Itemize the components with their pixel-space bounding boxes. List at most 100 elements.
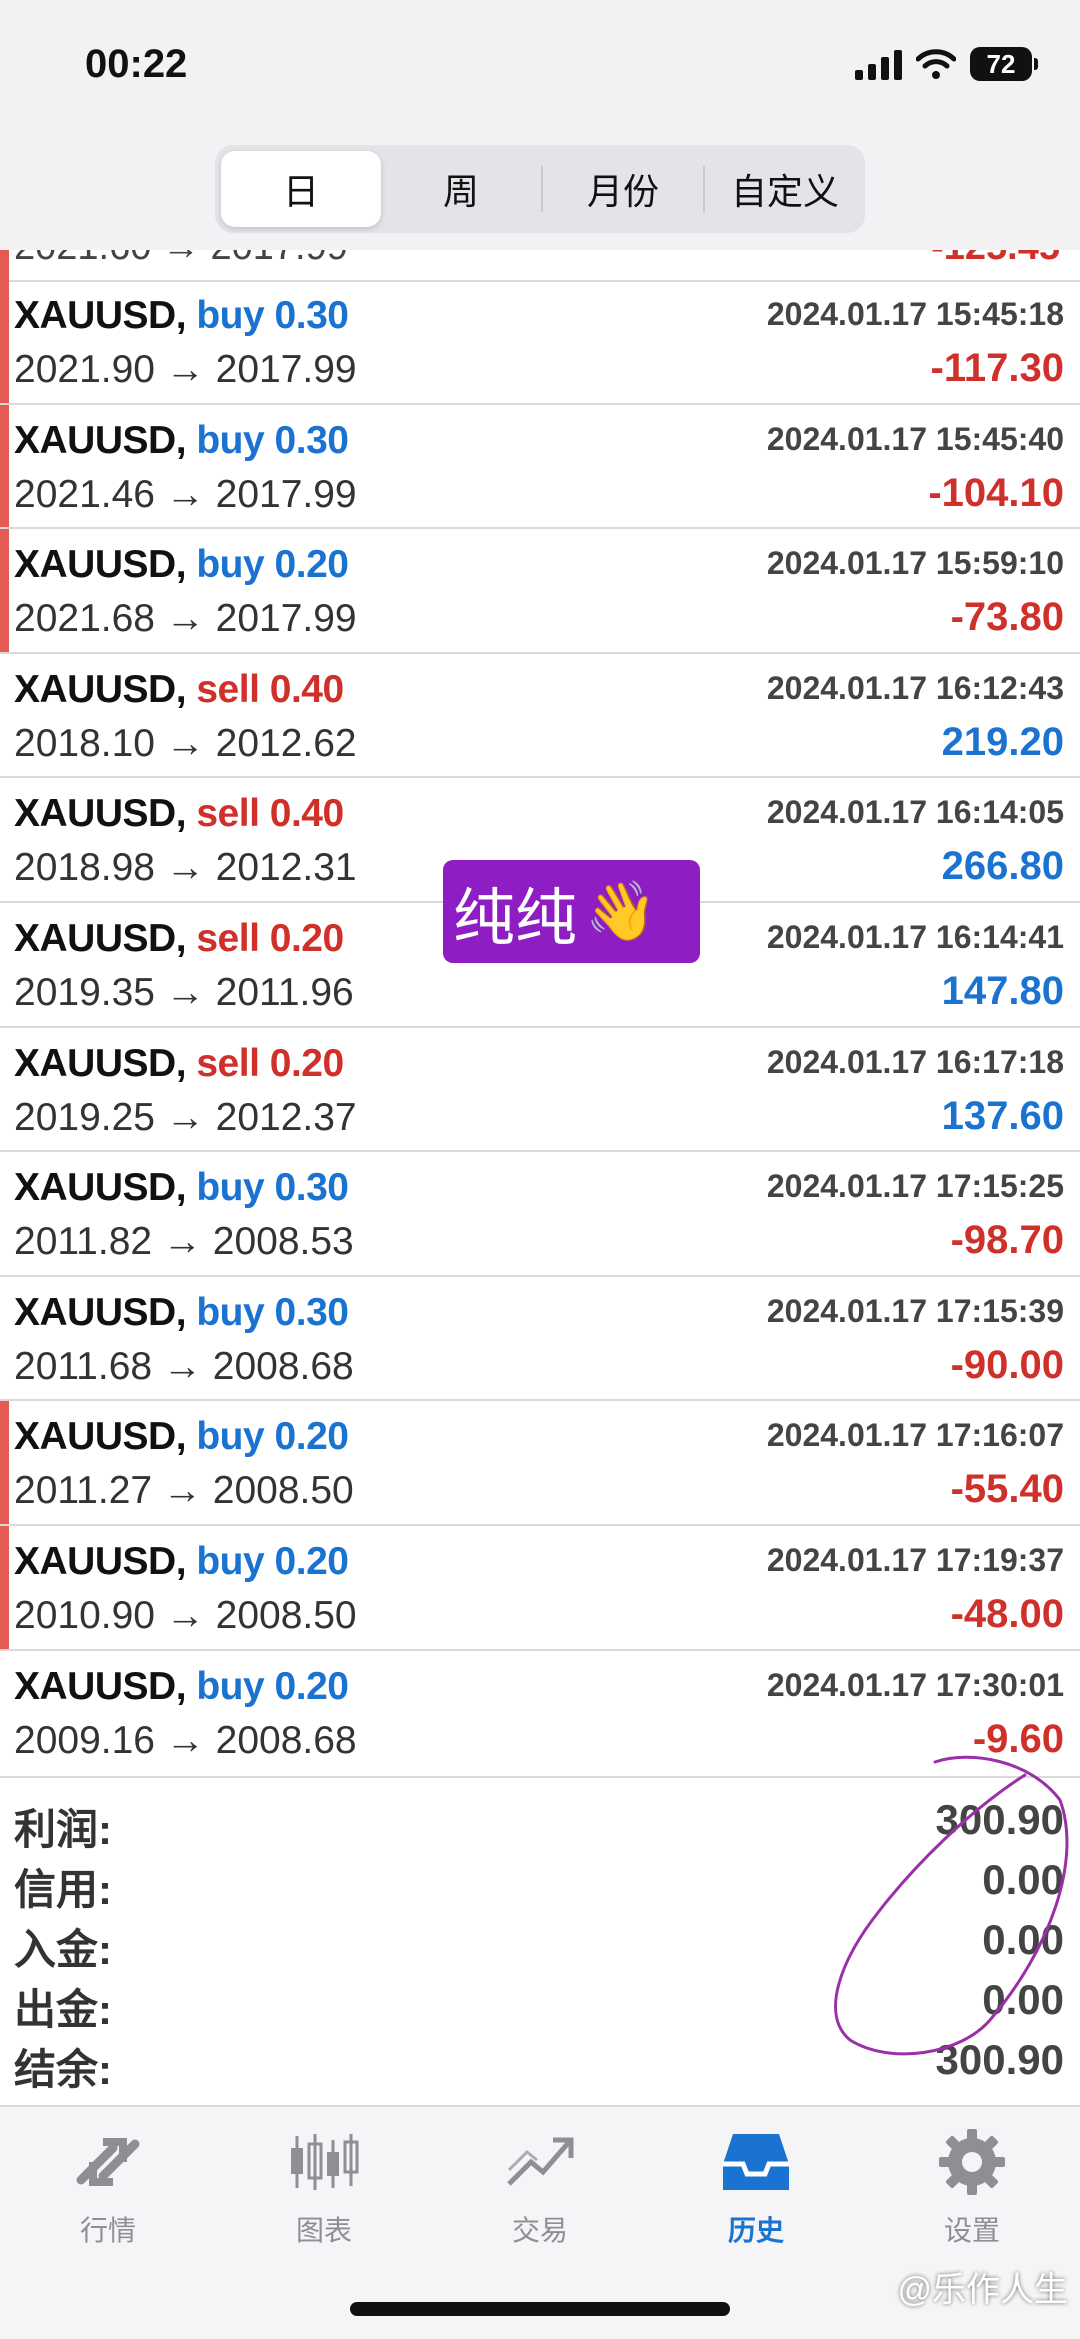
tab-quotes[interactable]: 行情 bbox=[28, 2127, 188, 2249]
trade-symbol: XAUUSD, buy 0.20 bbox=[14, 543, 349, 587]
period-segmented-control: 日 周 月份 自定义 bbox=[215, 145, 865, 233]
trade-volume-gap bbox=[264, 1166, 274, 1209]
symbol-name: XAUUSD bbox=[14, 1664, 176, 1708]
home-indicator bbox=[350, 2302, 730, 2316]
segment-label: 月份 bbox=[586, 171, 659, 212]
trade-row[interactable]: XAUUSD, buy 0.30 2011.82 → 2008.53 2024.01… bbox=[0, 1152, 1080, 1277]
trade-row[interactable]: XAUUSD, buy 0.20 2009.16 → 2008.68 2024.01… bbox=[0, 1651, 1080, 1778]
tab-label: 行情 bbox=[79, 2215, 136, 2246]
trade-symbol: XAUUSD, buy 0.30 bbox=[14, 418, 349, 463]
trade-row[interactable]: XAUUSD, buy 0.20 2011.27 → 2008.50 2024.01… bbox=[0, 1401, 1080, 1526]
waving-hand-icon: 👋 bbox=[585, 877, 658, 945]
segment-week[interactable]: 周 bbox=[381, 151, 541, 227]
summary-row: 入金: 0.00 bbox=[0, 1910, 1080, 1973]
segment-day[interactable]: 日 bbox=[221, 151, 381, 227]
trade-row[interactable]: XAUUSD, buy 0.30 2011.68 → 2008.68 2024.01… bbox=[0, 1277, 1080, 1402]
trade-price: 2018.98 → 2012.31 bbox=[14, 846, 357, 890]
trade-row[interactable]: XAUUSD, buy 0.20 2021.68 → 2017.99 2024.01… bbox=[0, 529, 1080, 654]
trade-row[interactable]: XAUUSD, buy 0.20 2010.90 → 2008.50 2024.01… bbox=[0, 1525, 1080, 1651]
trade-time: 2024.01.17 16:12:43 bbox=[766, 669, 1064, 706]
trade-time: 2024.01.17 15:59:10 bbox=[766, 545, 1064, 582]
account-summary: 利润: 300.90 信用: 0.00 入金: 0.00 出金: 0.00 结余: 300.90 bbox=[0, 1780, 1080, 2105]
trade-row[interactable]: XAUUSD, sell 0.40 2018.10 → 2012.62 2024.0… bbox=[0, 654, 1080, 779]
trade-symbol: XAUUSD, sell 0.20 bbox=[14, 1042, 344, 1086]
tab-history[interactable]: 历史 bbox=[676, 2127, 836, 2249]
tab-trade[interactable]: 交易 bbox=[460, 2127, 620, 2249]
trade-profit: 137.60 bbox=[941, 1093, 1064, 1138]
trade-volume: 0.30 bbox=[274, 1290, 349, 1334]
trade-profit: -104.10 bbox=[928, 470, 1064, 515]
trade-history-list: XAUUSD, buy 0.30 2021.90 → 2017.99 2024.01… bbox=[0, 280, 1080, 1778]
trade-row[interactable]: XAUUSD, buy 0.30 2021.90 → 2017.99 2024.01… bbox=[0, 280, 1080, 405]
trade-volume: 0.20 bbox=[269, 916, 344, 960]
trade-profit: -98.70 bbox=[950, 1218, 1064, 1263]
trade-profit: 266.80 bbox=[941, 844, 1064, 889]
loss-marker bbox=[0, 250, 9, 280]
symbol-name: XAUUSD bbox=[14, 1290, 176, 1334]
trade-row-partial[interactable]: 2021.60 → 2017.99 -125.45 bbox=[0, 250, 1080, 282]
trade-direction: sell bbox=[196, 792, 260, 836]
symbol-separator: , bbox=[175, 543, 197, 587]
trade-volume-gap bbox=[264, 1665, 274, 1708]
segment-label: 日 bbox=[282, 171, 319, 212]
trade-profit: 147.80 bbox=[941, 968, 1064, 1013]
symbol-separator: , bbox=[175, 1415, 197, 1459]
trade-volume: 0.20 bbox=[274, 1539, 349, 1583]
symbol-separator: , bbox=[175, 418, 197, 462]
trade-time: 2024.01.17 17:30:01 bbox=[766, 1666, 1064, 1703]
summary-label: 结余: bbox=[14, 2046, 112, 2093]
tab-chart[interactable]: 图表 bbox=[244, 2127, 404, 2249]
trade-volume-gap bbox=[264, 1415, 274, 1458]
symbol-name: XAUUSD bbox=[14, 792, 176, 836]
trade-time: 2024.01.17 16:14:05 bbox=[766, 794, 1064, 831]
summary-label: 出金: bbox=[14, 1986, 112, 2033]
trade-volume-gap bbox=[259, 917, 269, 960]
trade-direction: buy bbox=[196, 294, 265, 337]
trade-price: 2021.90 → 2017.99 bbox=[14, 348, 357, 391]
trade-direction: buy bbox=[196, 1664, 265, 1708]
trade-volume-gap bbox=[259, 792, 269, 835]
trade-price: 2011.82 → 2008.53 bbox=[14, 1220, 354, 1264]
symbol-name: XAUUSD bbox=[14, 543, 176, 587]
trade-price: 2019.25 → 2012.37 bbox=[14, 1095, 357, 1139]
tab-label: 交易 bbox=[511, 2215, 568, 2246]
symbol-name: XAUUSD bbox=[14, 916, 176, 960]
summary-row: 利润: 300.90 bbox=[0, 1790, 1080, 1853]
trade-volume: 0.20 bbox=[274, 1664, 349, 1708]
summary-label: 入金: bbox=[14, 1926, 112, 1973]
segment-month[interactable]: 月份 bbox=[543, 151, 703, 227]
loss-marker bbox=[0, 529, 9, 652]
symbol-separator: , bbox=[175, 916, 197, 960]
trade-profit: -73.80 bbox=[950, 595, 1064, 640]
history-icon bbox=[716, 2127, 796, 2197]
tab-settings[interactable]: 设置 bbox=[892, 2127, 1052, 2249]
sticker-overlay: 纯纯 👋 bbox=[443, 860, 700, 963]
segment-label: 自定义 bbox=[730, 171, 839, 212]
tab-label: 图表 bbox=[295, 2215, 352, 2246]
trade-direction: buy bbox=[196, 1290, 265, 1334]
trade-volume-gap bbox=[264, 543, 274, 586]
segment-label: 周 bbox=[442, 171, 479, 212]
trade-direction: buy bbox=[196, 1166, 265, 1210]
segment-custom[interactable]: 自定义 bbox=[705, 151, 865, 227]
trade-row[interactable]: XAUUSD, buy 0.30 2021.46 → 2017.99 2024.01… bbox=[0, 404, 1080, 530]
trade-volume-gap bbox=[264, 1291, 274, 1334]
symbol-separator: , bbox=[175, 1166, 197, 1210]
trade-price: 2021.46 → 2017.99 bbox=[14, 472, 357, 516]
loss-marker bbox=[0, 1401, 9, 1524]
trade-time: 2024.01.17 17:19:37 bbox=[766, 1541, 1064, 1578]
sticker-text: 纯纯 bbox=[453, 880, 578, 954]
trade-icon bbox=[500, 2127, 580, 2197]
symbol-name: XAUUSD bbox=[14, 418, 176, 462]
trade-volume: 0.40 bbox=[269, 792, 344, 836]
summary-label: 信用: bbox=[14, 1866, 112, 1913]
trade-profit: 219.20 bbox=[941, 719, 1064, 764]
trade-volume: 0.30 bbox=[274, 294, 349, 337]
trade-row[interactable]: XAUUSD, sell 0.20 2019.25 → 2012.37 2024.0… bbox=[0, 1028, 1080, 1153]
chart-icon bbox=[284, 2127, 364, 2197]
trade-symbol: XAUUSD, sell 0.20 bbox=[14, 917, 344, 961]
summary-row: 结余: 300.90 bbox=[0, 2030, 1080, 2093]
symbol-name: XAUUSD bbox=[14, 294, 176, 337]
trade-time: 2024.01.17 15:45:40 bbox=[766, 420, 1064, 457]
summary-row: 出金: 0.00 bbox=[0, 1970, 1080, 2033]
